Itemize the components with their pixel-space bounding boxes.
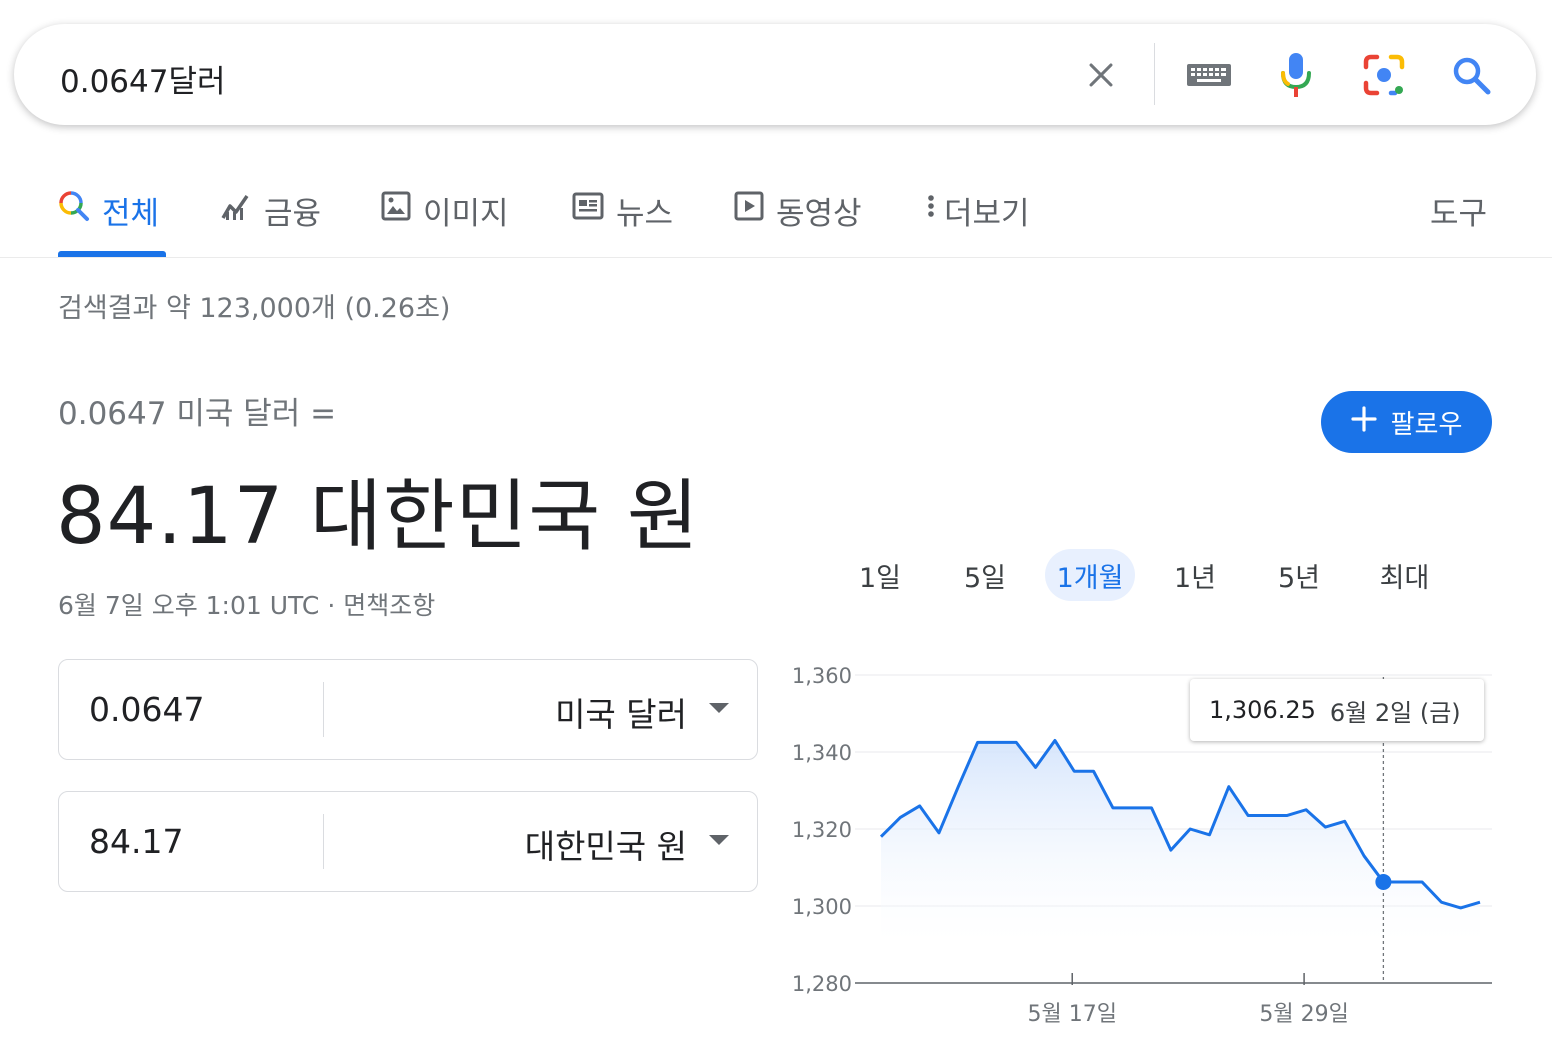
tab-images-label: 이미지 (423, 195, 509, 232)
more-vert-icon (924, 190, 938, 230)
tooltip-value: 1,306.25 (1209, 696, 1316, 724)
from-box-divider (323, 682, 324, 737)
dropdown-caret-icon[interactable] (709, 703, 729, 713)
disclaimer-link[interactable]: 면책조항 (343, 591, 435, 620)
to-amount-input[interactable]: 84.17 (89, 822, 183, 861)
range-5d[interactable]: 5일 (950, 549, 1020, 601)
x-tick-label: 5월 17일 (1027, 1002, 1116, 1027)
to-currency-select[interactable]: 대한민국 원 (525, 820, 687, 868)
finance-chart-icon (220, 190, 252, 230)
dropdown-caret-icon[interactable] (709, 835, 729, 845)
search-input[interactable]: 0.0647달러 (60, 56, 226, 101)
news-icon (572, 192, 604, 228)
y-tick-label: 1,300 (792, 895, 852, 919)
tab-finance[interactable]: 금융 (220, 188, 321, 232)
video-play-icon (734, 191, 764, 229)
tab-all[interactable]: 전체 (58, 188, 159, 232)
tooltip-date: 6월 2일 (금) (1329, 698, 1461, 727)
from-currency-select[interactable]: 미국 달러 (555, 688, 687, 736)
y-tick-label: 1,320 (792, 818, 852, 842)
search-tabs: 전체 금융 이미지 뉴스 동영상 더보기 도구 (0, 170, 1552, 258)
range-1y[interactable]: 1년 (1160, 549, 1230, 601)
search-submit-icon[interactable] (1448, 52, 1494, 98)
tab-images[interactable]: 이미지 (381, 188, 509, 232)
from-amount-input[interactable]: 0.0647 (89, 690, 204, 729)
tools-button[interactable]: 도구 (1430, 188, 1487, 232)
conversion-meta: 6월 7일 오후 1:01 UTC · 면책조항 (58, 586, 435, 622)
x-tick-label: 5월 29일 (1259, 1002, 1348, 1027)
conversion-result: 84.17 대한민국 원 (56, 472, 700, 562)
chart-tooltip: 1,306.25 6월 2일 (금) (1190, 679, 1484, 741)
microphone-icon[interactable] (1273, 52, 1319, 98)
follow-button[interactable]: 팔로우 (1321, 391, 1492, 453)
tab-finance-label: 금융 (264, 195, 322, 232)
image-icon (381, 191, 411, 229)
y-tick-label: 1,360 (792, 664, 852, 688)
tab-videos-label: 동영상 (776, 195, 862, 232)
active-tab-indicator (58, 251, 166, 257)
search-bar: 0.0647달러 (14, 24, 1536, 125)
tab-more-label: 더보기 (944, 195, 1030, 232)
plus-icon (1351, 405, 1377, 439)
lens-camera-icon[interactable] (1361, 52, 1407, 98)
to-box-divider (323, 814, 324, 869)
hover-point (1375, 873, 1392, 890)
follow-button-label: 팔로우 (1390, 409, 1463, 440)
from-currency-box: 0.0647 미국 달러 (58, 659, 758, 760)
range-max[interactable]: 최대 (1367, 549, 1442, 601)
conversion-timestamp: 6월 7일 오후 1:01 UTC (58, 591, 320, 620)
y-tick-label: 1,280 (792, 972, 852, 996)
clear-icon[interactable] (1078, 52, 1124, 98)
to-currency-box: 84.17 대한민국 원 (58, 791, 758, 892)
search-multicolor-icon (58, 190, 90, 230)
tab-news-label: 뉴스 (616, 195, 674, 232)
y-tick-label: 1,340 (792, 741, 852, 765)
range-5y[interactable]: 5년 (1264, 549, 1334, 601)
result-stats: 검색결과 약 123,000개 (0.26초) (58, 293, 451, 324)
tab-videos[interactable]: 동영상 (734, 188, 862, 232)
tab-more[interactable]: 더보기 (924, 188, 1030, 232)
range-1d[interactable]: 1일 (845, 549, 915, 601)
tab-all-label: 전체 (102, 195, 160, 232)
range-1m[interactable]: 1개월 (1045, 549, 1135, 601)
conversion-source-line: 0.0647 미국 달러 = (58, 396, 337, 432)
meta-separator: · (327, 591, 336, 620)
keyboard-icon[interactable] (1186, 52, 1232, 98)
search-bar-divider (1154, 43, 1155, 105)
tab-news[interactable]: 뉴스 (572, 188, 673, 232)
